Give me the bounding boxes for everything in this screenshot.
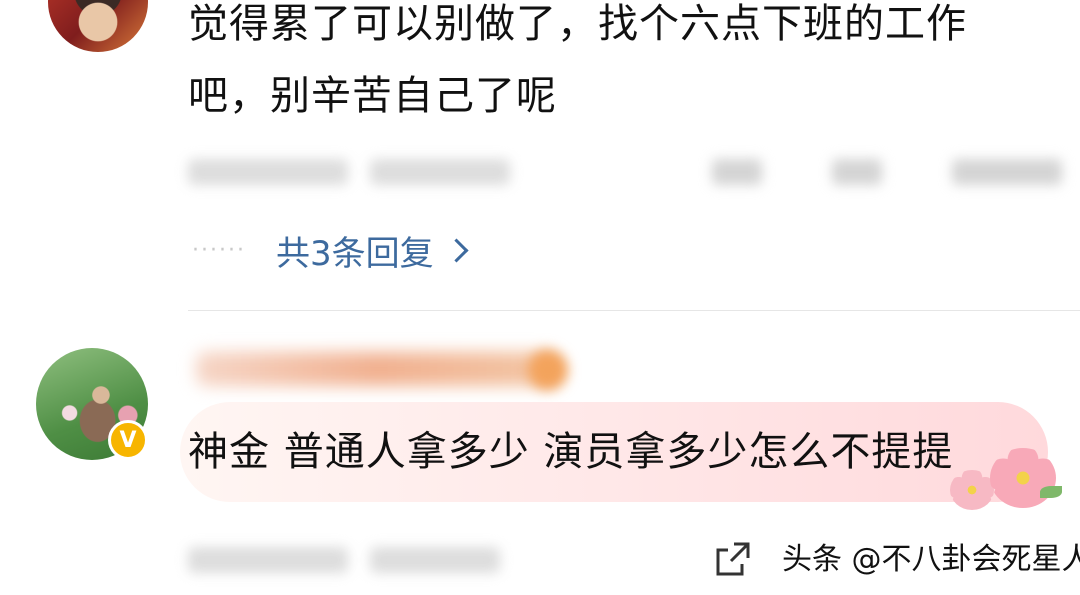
- comment-actions-blurred: [712, 152, 1062, 192]
- comment-action-blurred[interactable]: [832, 159, 882, 185]
- verified-badge-icon: V: [108, 420, 148, 460]
- comment-divider: [188, 310, 1080, 311]
- comment-text: 神金 普通人拿多少 演员拿多少怎么不提提: [188, 429, 954, 475]
- leaf-decoration-icon: [1040, 486, 1062, 498]
- watermark-text: 头条 @不八卦会死星人: [782, 542, 1080, 577]
- share-action-blurred[interactable]: [712, 159, 762, 185]
- comment-text-line: 吧，别辛苦自己了呢: [188, 73, 557, 119]
- username-blurred[interactable]: [196, 352, 556, 386]
- comment-text-line: 觉得累了可以别做了，找个六点下班的工作: [188, 1, 967, 47]
- comment-meta-blurred: [188, 152, 510, 192]
- flower-decoration-icon: [950, 470, 994, 510]
- user-level-badge-blurred: [528, 350, 568, 390]
- view-replies-link[interactable]: ······ 共3条回复: [192, 226, 469, 274]
- flower-decoration-icon: [990, 448, 1056, 508]
- comment-text: 觉得累了可以别做了，找个六点下班的工作 吧，别辛苦自己了呢: [188, 0, 1068, 132]
- replies-dots: ······: [192, 237, 246, 263]
- commenter-avatar[interactable]: [48, 0, 148, 52]
- share-icon[interactable]: [714, 540, 752, 578]
- comment-meta-blurred: [188, 540, 500, 580]
- chevron-right-icon: [444, 237, 469, 263]
- like-action-blurred[interactable]: [952, 159, 1062, 185]
- replies-count-label: 共3条回复: [275, 233, 434, 274]
